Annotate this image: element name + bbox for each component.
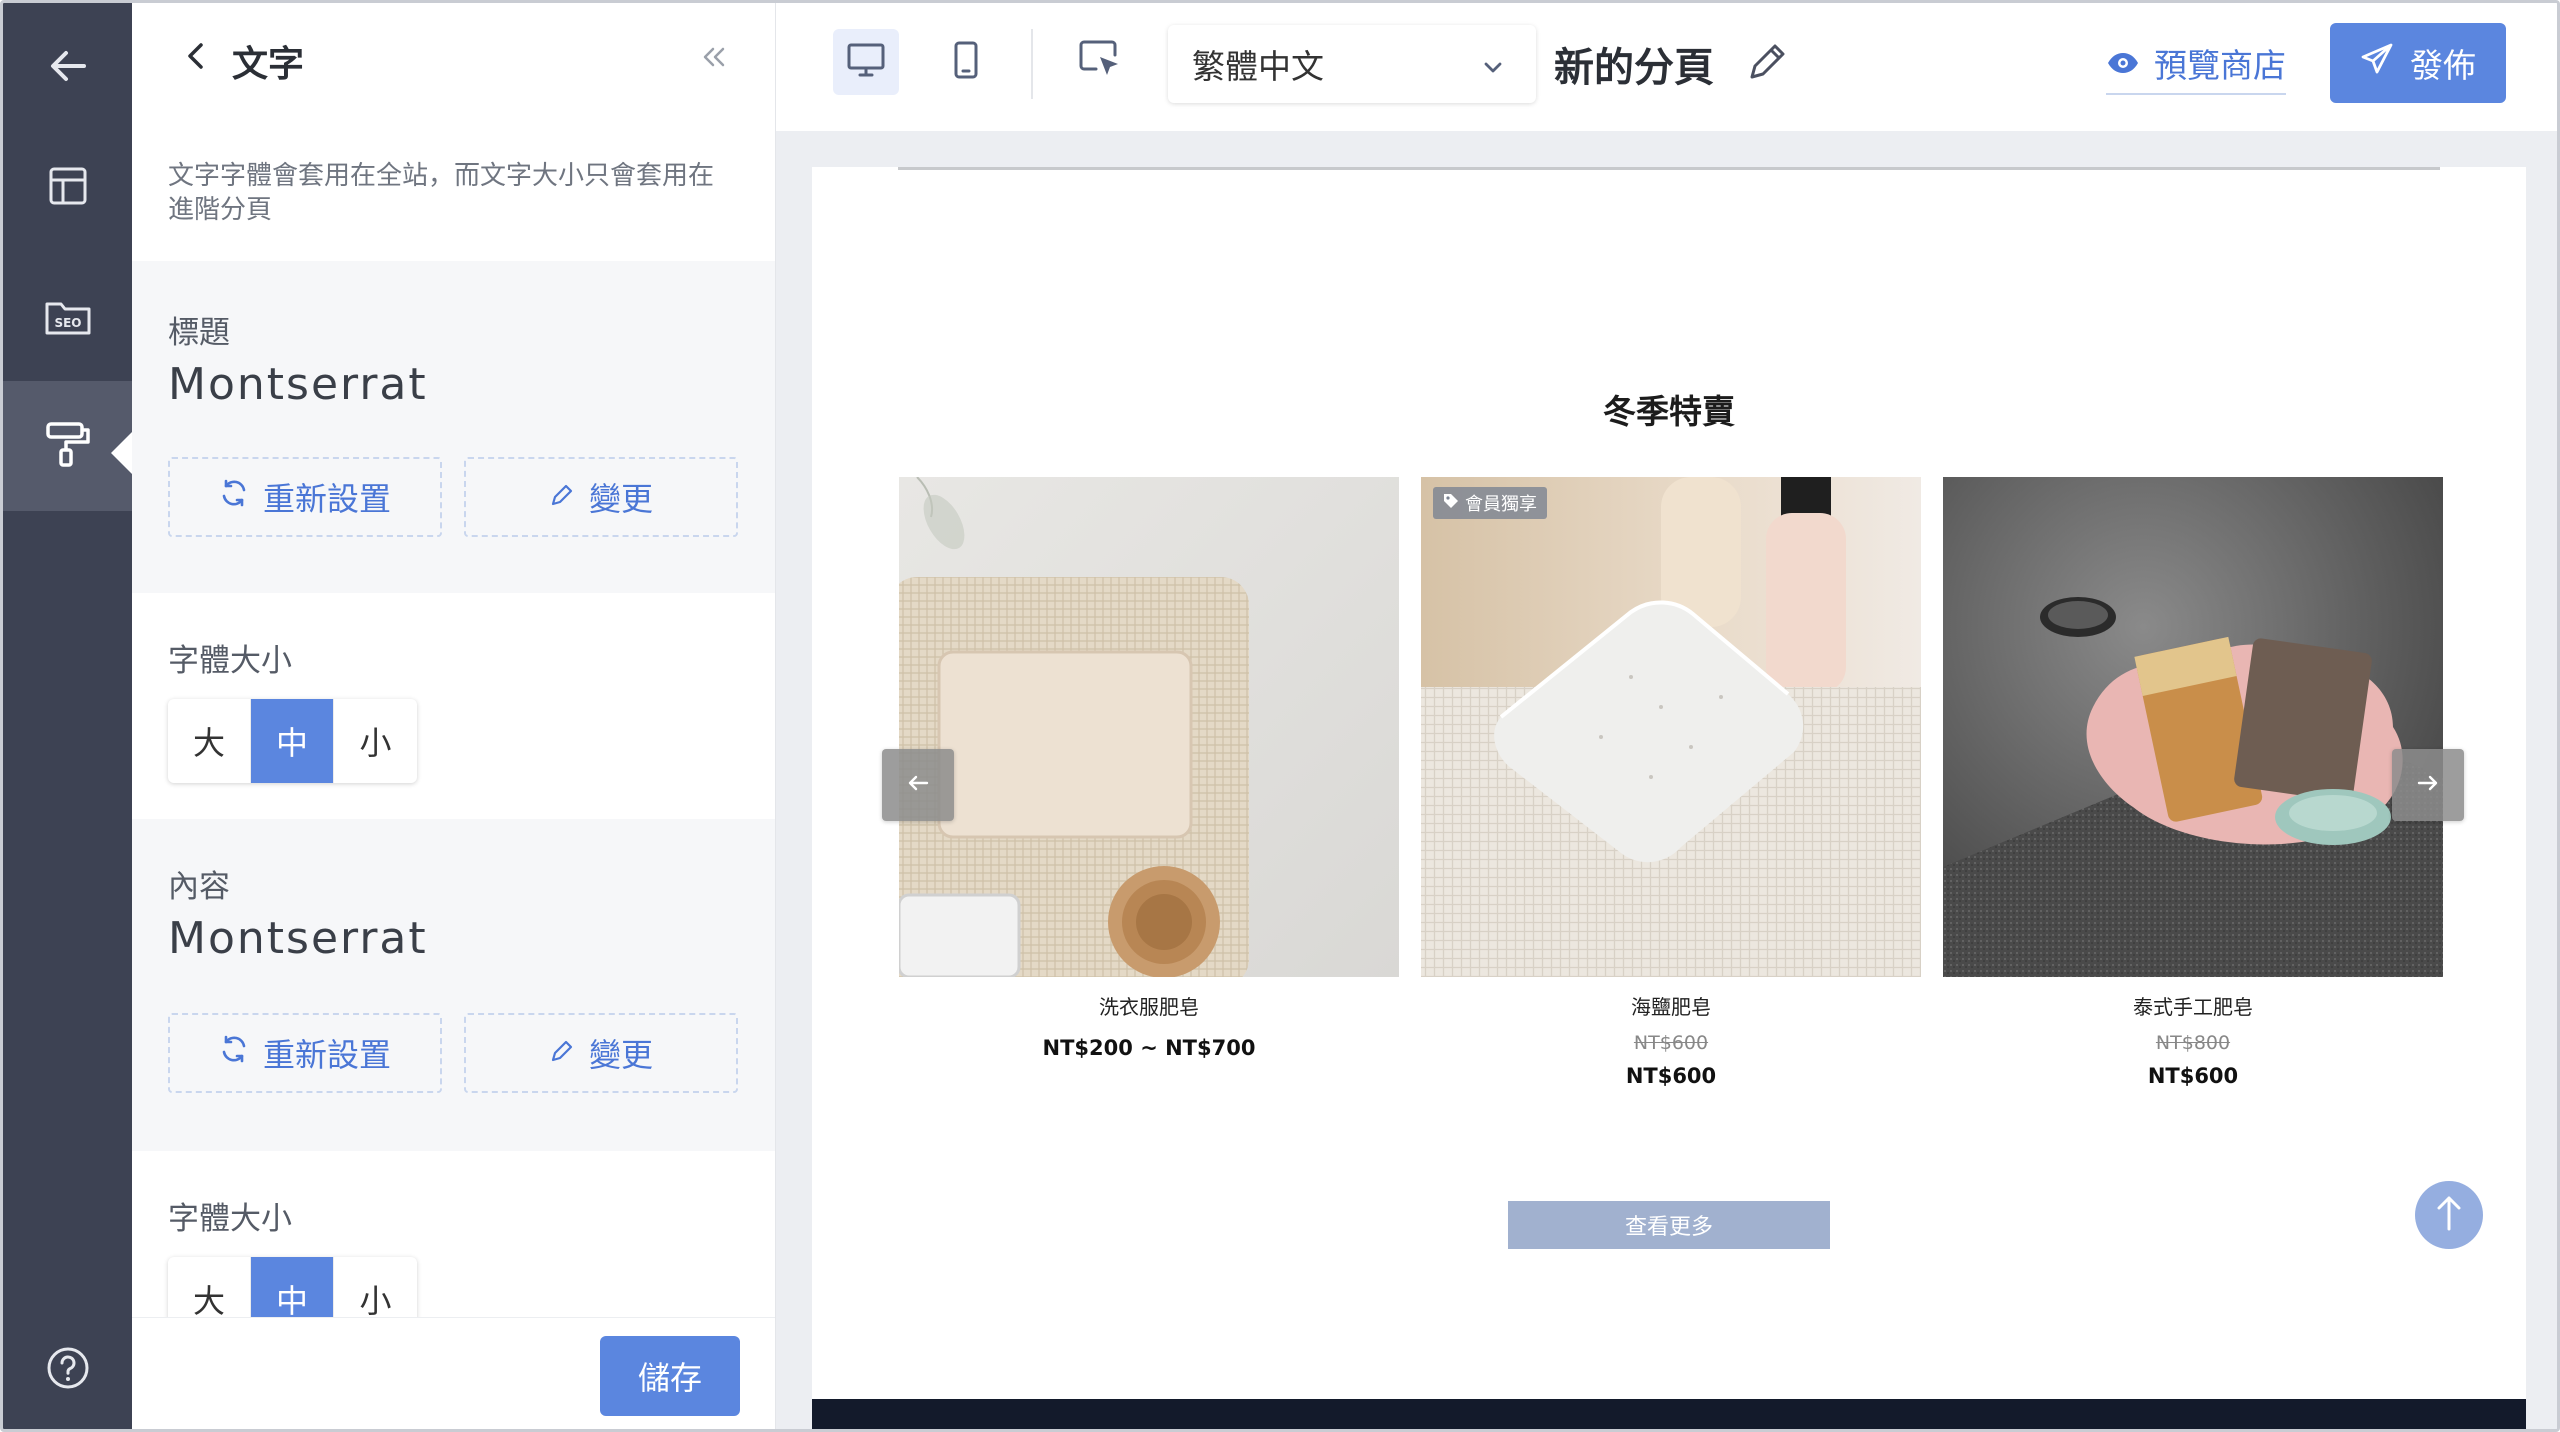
page-name: 新的分頁 (1554, 45, 1714, 91)
heading-size-small[interactable]: 小 (334, 699, 417, 783)
help-circle-icon (46, 1346, 90, 1394)
heading-size-toggle: 大 中 小 (168, 699, 417, 783)
product-image (899, 477, 1399, 977)
app-window: SEO 文字 文字字體會套用在全站，而文字大小只會套用在進階分頁 標題 Mont… (0, 0, 2560, 1432)
product-old-price: NT$800 (2155, 1032, 2231, 1054)
seo-icon-text: SEO (54, 316, 81, 330)
product-price: NT$600 (2147, 1064, 2239, 1088)
rail-seo-button[interactable]: SEO (3, 253, 132, 383)
heading-font-name: Montserrat (168, 359, 428, 410)
paper-plane-icon (2360, 42, 2394, 84)
collapse-panel-button[interactable] (692, 37, 736, 81)
rail-layout-button[interactable] (3, 123, 132, 253)
publish-button[interactable]: 發佈 (2330, 23, 2506, 103)
select-element-button[interactable] (1066, 29, 1136, 95)
product-name: 洗衣服肥皂 (1099, 995, 1199, 1019)
panel-title: 文字 (232, 44, 305, 85)
layout-icon (48, 166, 88, 210)
editor-toolbar: 繁體中文 新的分頁 預覽商店 發佈 (776, 3, 2557, 131)
body-font-name: Montserrat (168, 913, 428, 964)
member-badge-label: 會員獨享 (1465, 494, 1537, 515)
heading-size-medium[interactable]: 中 (251, 699, 334, 783)
body-reset-button[interactable]: 重新設置 (168, 1013, 442, 1093)
text-settings-panel: 文字 文字字體會套用在全站，而文字大小只會套用在進階分頁 標題 Montserr… (132, 3, 776, 1429)
preview-store-link[interactable]: 預覽商店 (2106, 37, 2286, 95)
product-price: NT$600 (1625, 1064, 1717, 1088)
section-title: 冬季特賣 (1603, 392, 1735, 431)
product-image: 會員獨享 (1421, 477, 1921, 977)
product-card[interactable]: 會員獨享 海鹽肥皂 NT$600 NT$600 (1421, 477, 1921, 1088)
back-button[interactable] (3, 3, 132, 133)
tag-icon (1443, 493, 1459, 514)
heading-reset-label: 重新設置 (262, 480, 391, 518)
body-font-section: 內容 Montserrat 重新設置 變更 (132, 819, 775, 1151)
preview-canvas: 冬季特賣 洗衣服肥皂 NT$200 ~ NT$700 會員獨享 海鹽肥皂 NT$… (776, 131, 2557, 1429)
publish-label: 發佈 (2410, 46, 2476, 85)
view-more-button[interactable]: 查看更多 (1508, 1201, 1830, 1249)
chevron-down-icon (1480, 49, 1506, 88)
product-card[interactable]: 洗衣服肥皂 NT$200 ~ NT$700 (899, 477, 1399, 1060)
preview-store-label: 預覽商店 (2154, 46, 2286, 85)
left-rail: SEO (3, 3, 133, 1429)
arrow-left-icon (907, 774, 929, 796)
heading-font-section: 標題 Montserrat 重新設置 變更 (132, 261, 775, 593)
section-divider (898, 167, 2440, 170)
save-button[interactable]: 儲存 (600, 1336, 740, 1416)
language-value: 繁體中文 (1192, 47, 1324, 86)
arrow-up-icon (2434, 1193, 2464, 1237)
mobile-icon (953, 40, 979, 84)
panel-description: 文字字體會套用在全站，而文字大小只會套用在進階分頁 (168, 161, 715, 225)
body-change-label: 變更 (588, 1036, 653, 1074)
edit-page-name-button[interactable] (1746, 39, 1790, 87)
carousel-next-button[interactable] (2392, 749, 2464, 821)
body-reset-label: 重新設置 (262, 1036, 391, 1074)
heading-change-label: 變更 (588, 480, 653, 518)
page-preview: 冬季特賣 洗衣服肥皂 NT$200 ~ NT$700 會員獨享 海鹽肥皂 NT$… (812, 167, 2526, 1429)
panel-footer: 儲存 (132, 1317, 775, 1429)
arrow-right-icon (2417, 774, 2439, 796)
panel-back-button[interactable] (176, 33, 216, 83)
heading-size-section: 字體大小 大 中 小 (132, 593, 775, 819)
refresh-icon (219, 1034, 249, 1072)
product-card[interactable]: 泰式手工肥皂 NT$800 NT$600 (1943, 477, 2443, 1088)
cursor-select-icon (1078, 39, 1124, 85)
pencil-icon (1746, 44, 1790, 87)
product-name: 海鹽肥皂 (1631, 995, 1711, 1019)
eye-icon (2106, 44, 2140, 83)
language-select[interactable]: 繁體中文 (1168, 25, 1536, 103)
body-size-section: 字體大小 大 中 小 (132, 1151, 775, 1341)
toolbar-divider (1031, 29, 1033, 99)
heading-reset-button[interactable]: 重新設置 (168, 457, 442, 537)
pencil-icon (549, 1034, 575, 1072)
pencil-icon (549, 478, 575, 516)
back-to-top-button[interactable] (2415, 1181, 2483, 1249)
mobile-view-button[interactable] (933, 29, 999, 95)
refresh-icon (219, 478, 249, 516)
product-old-price: NT$600 (1633, 1032, 1709, 1054)
member-badge: 會員獨享 (1433, 487, 1547, 519)
arrow-left-icon (46, 44, 90, 92)
product-image (1943, 477, 2443, 977)
desktop-icon (846, 42, 886, 82)
product-name: 泰式手工肥皂 (2133, 995, 2253, 1019)
heading-size-large[interactable]: 大 (168, 699, 251, 783)
chevron-left-icon (185, 41, 207, 75)
body-size-label: 字體大小 (168, 1201, 292, 1237)
heading-change-button[interactable]: 變更 (464, 457, 738, 537)
body-label: 內容 (168, 869, 230, 905)
page-footer-band (812, 1399, 2526, 1429)
panel-header: 文字 (132, 3, 775, 113)
help-button[interactable] (3, 1305, 132, 1429)
heading-label: 標題 (168, 315, 230, 351)
active-pointer (111, 431, 133, 475)
carousel-prev-button[interactable] (882, 749, 954, 821)
heading-size-label: 字體大小 (168, 643, 292, 679)
product-price: NT$200 ~ NT$700 (1042, 1036, 1256, 1060)
double-chevron-left-icon (701, 45, 727, 73)
desktop-view-button[interactable] (833, 29, 899, 95)
paint-roller-icon (44, 420, 92, 472)
seo-folder-icon: SEO (44, 296, 92, 340)
body-change-button[interactable]: 變更 (464, 1013, 738, 1093)
